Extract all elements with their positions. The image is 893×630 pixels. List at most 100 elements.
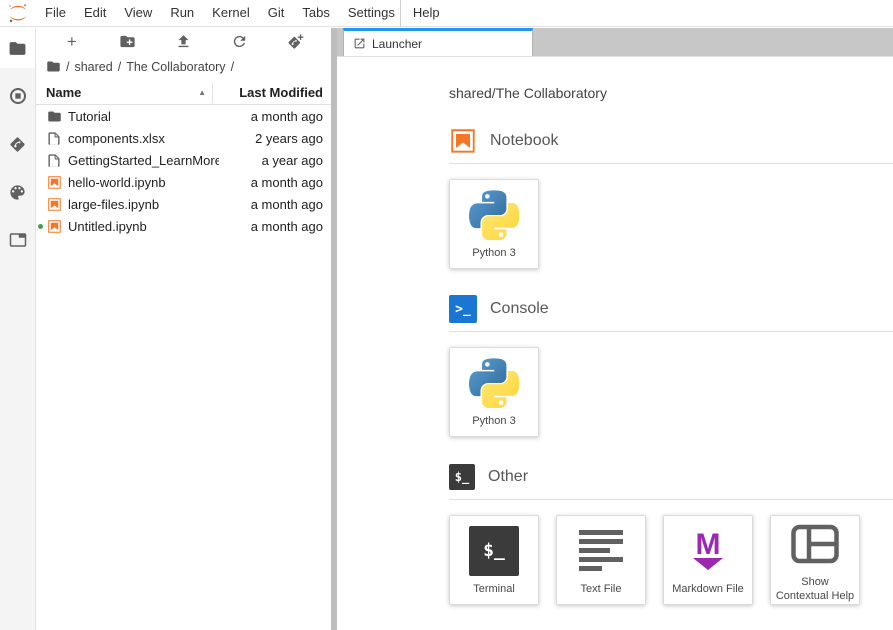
file-modified: a month ago <box>219 109 331 124</box>
running-sessions-icon <box>8 86 28 106</box>
file-row-hello-world[interactable]: hello-world.ipynb a month ago <box>36 171 331 193</box>
menu-git[interactable]: Git <box>259 0 294 27</box>
sort-ascending-icon: ▲ <box>198 88 206 97</box>
menu-run[interactable]: Run <box>161 0 203 27</box>
file-browser-panel: + <box>36 28 331 630</box>
breadcrumb-separator: / <box>231 60 234 74</box>
launcher-card-text-file[interactable]: Text File <box>556 515 646 605</box>
breadcrumb-separator: / <box>66 60 69 74</box>
card-label: Markdown File <box>669 582 747 596</box>
folder-icon <box>8 39 27 58</box>
launcher-card-terminal[interactable]: $_ Terminal <box>449 515 539 605</box>
file-name: large-files.ipynb <box>68 197 219 212</box>
menu-help[interactable]: Help <box>404 0 449 27</box>
card-row: Python 3 <box>449 179 893 269</box>
file-name: Untitled.ipynb <box>68 219 219 234</box>
file-row-large-files[interactable]: large-files.ipynb a month ago <box>36 193 331 215</box>
upload-button[interactable] <box>168 30 198 54</box>
file-row-tutorial[interactable]: Tutorial a month ago <box>36 105 331 127</box>
activity-sidebar <box>0 28 36 630</box>
file-list: Tutorial a month ago components.xlsx 2 y… <box>36 105 331 237</box>
main-area: Launcher shared/The Collaboratory Notebo… <box>337 28 893 630</box>
file-row-untitled[interactable]: Untitled.ipynb a month ago <box>36 215 331 237</box>
file-icon <box>46 153 62 167</box>
breadcrumb: / shared / The Collaboratory / <box>36 55 331 78</box>
section-header: Notebook <box>449 127 893 155</box>
file-name: GettingStarted_LearnMore.... <box>68 153 219 168</box>
jupyter-logo-icon <box>0 2 36 24</box>
sidebar-item-commands[interactable] <box>0 172 35 212</box>
sidebar-item-running-sessions[interactable] <box>0 76 35 116</box>
new-launcher-button[interactable]: + <box>57 30 87 54</box>
launcher-section-notebook: Notebook <box>449 127 893 269</box>
file-modified: 2 years ago <box>219 131 331 146</box>
palette-icon <box>8 183 27 202</box>
card-row: $_ Terminal Text File <box>449 515 893 605</box>
launcher-icon <box>353 37 366 50</box>
breadcrumb-part-collaboratory[interactable]: The Collaboratory <box>126 60 225 74</box>
launcher-section-other: $_ Other $_ Terminal <box>449 463 893 605</box>
git-icon <box>8 135 27 154</box>
card-label: Terminal <box>470 582 518 596</box>
running-kernel-indicator <box>38 224 43 229</box>
section-header: $_ Other <box>449 463 893 491</box>
file-icon <box>46 131 62 145</box>
sidebar-item-open-tabs[interactable] <box>0 220 35 260</box>
notebook-icon <box>46 219 62 234</box>
tab-launcher[interactable]: Launcher <box>343 28 533 56</box>
breadcrumb-separator: / <box>118 60 121 74</box>
section-divider <box>449 499 893 500</box>
refresh-icon <box>231 33 248 50</box>
file-row-gettingstarted[interactable]: GettingStarted_LearnMore.... a year ago <box>36 149 331 171</box>
menu-file[interactable]: File <box>36 0 75 27</box>
file-list-header: Name ▲ Last Modified <box>36 81 331 105</box>
terminal-icon: $_ <box>449 464 475 490</box>
notebook-icon <box>449 127 477 155</box>
card-row: Python 3 <box>449 347 893 437</box>
breadcrumb-home-icon[interactable] <box>46 59 61 74</box>
git-clone-icon <box>286 33 304 51</box>
folder-icon <box>46 109 62 124</box>
card-label: Text File <box>578 582 625 596</box>
menu-divider <box>400 0 401 27</box>
name-column-label: Name <box>46 85 81 100</box>
sidebar-item-git[interactable] <box>0 124 35 164</box>
file-modified: a year ago <box>219 153 331 168</box>
tab-bar: Launcher <box>337 28 893 56</box>
menu-kernel[interactable]: Kernel <box>203 0 259 27</box>
launcher-card-console-python3[interactable]: Python 3 <box>449 347 539 437</box>
menu-settings[interactable]: Settings <box>339 0 404 27</box>
menu-edit[interactable]: Edit <box>75 0 115 27</box>
section-label: Console <box>490 300 549 318</box>
file-row-components[interactable]: components.xlsx 2 years ago <box>36 127 331 149</box>
file-name: Tutorial <box>68 109 219 124</box>
terminal-icon: $_ <box>469 526 519 576</box>
launcher-card-contextual-help[interactable]: Show Contextual Help <box>770 515 860 605</box>
console-icon: >_ <box>449 295 477 323</box>
launcher-card-notebook-python3[interactable]: Python 3 <box>449 179 539 269</box>
card-label: Python 3 <box>469 246 518 260</box>
launcher-panel: shared/The Collaboratory Notebook <box>337 56 893 630</box>
refresh-button[interactable] <box>224 30 254 54</box>
column-header-name[interactable]: Name ▲ <box>36 85 212 100</box>
launcher-card-markdown-file[interactable]: M Markdown File <box>663 515 753 605</box>
git-clone-button[interactable] <box>280 30 310 54</box>
card-label: Python 3 <box>469 414 518 428</box>
section-label: Other <box>488 468 528 486</box>
menu-view[interactable]: View <box>115 0 161 27</box>
section-divider <box>449 163 893 164</box>
menu-tabs[interactable]: Tabs <box>293 0 338 27</box>
card-label: Show Contextual Help <box>771 575 859 604</box>
menu-bar: File Edit View Run Kernel Git Tabs Setti… <box>0 0 893 27</box>
breadcrumb-part-shared[interactable]: shared <box>74 60 112 74</box>
column-header-last-modified[interactable]: Last Modified <box>213 85 331 100</box>
file-modified: a month ago <box>219 197 331 212</box>
sidebar-item-file-browser[interactable] <box>0 28 35 68</box>
notebook-icon <box>46 175 62 190</box>
section-label: Notebook <box>490 132 559 150</box>
launcher-section-console: >_ Console Python 3 <box>449 295 893 437</box>
markdown-icon: M <box>693 532 723 571</box>
new-folder-button[interactable] <box>113 30 143 54</box>
plus-icon: + <box>67 33 77 50</box>
file-modified: a month ago <box>219 175 331 190</box>
